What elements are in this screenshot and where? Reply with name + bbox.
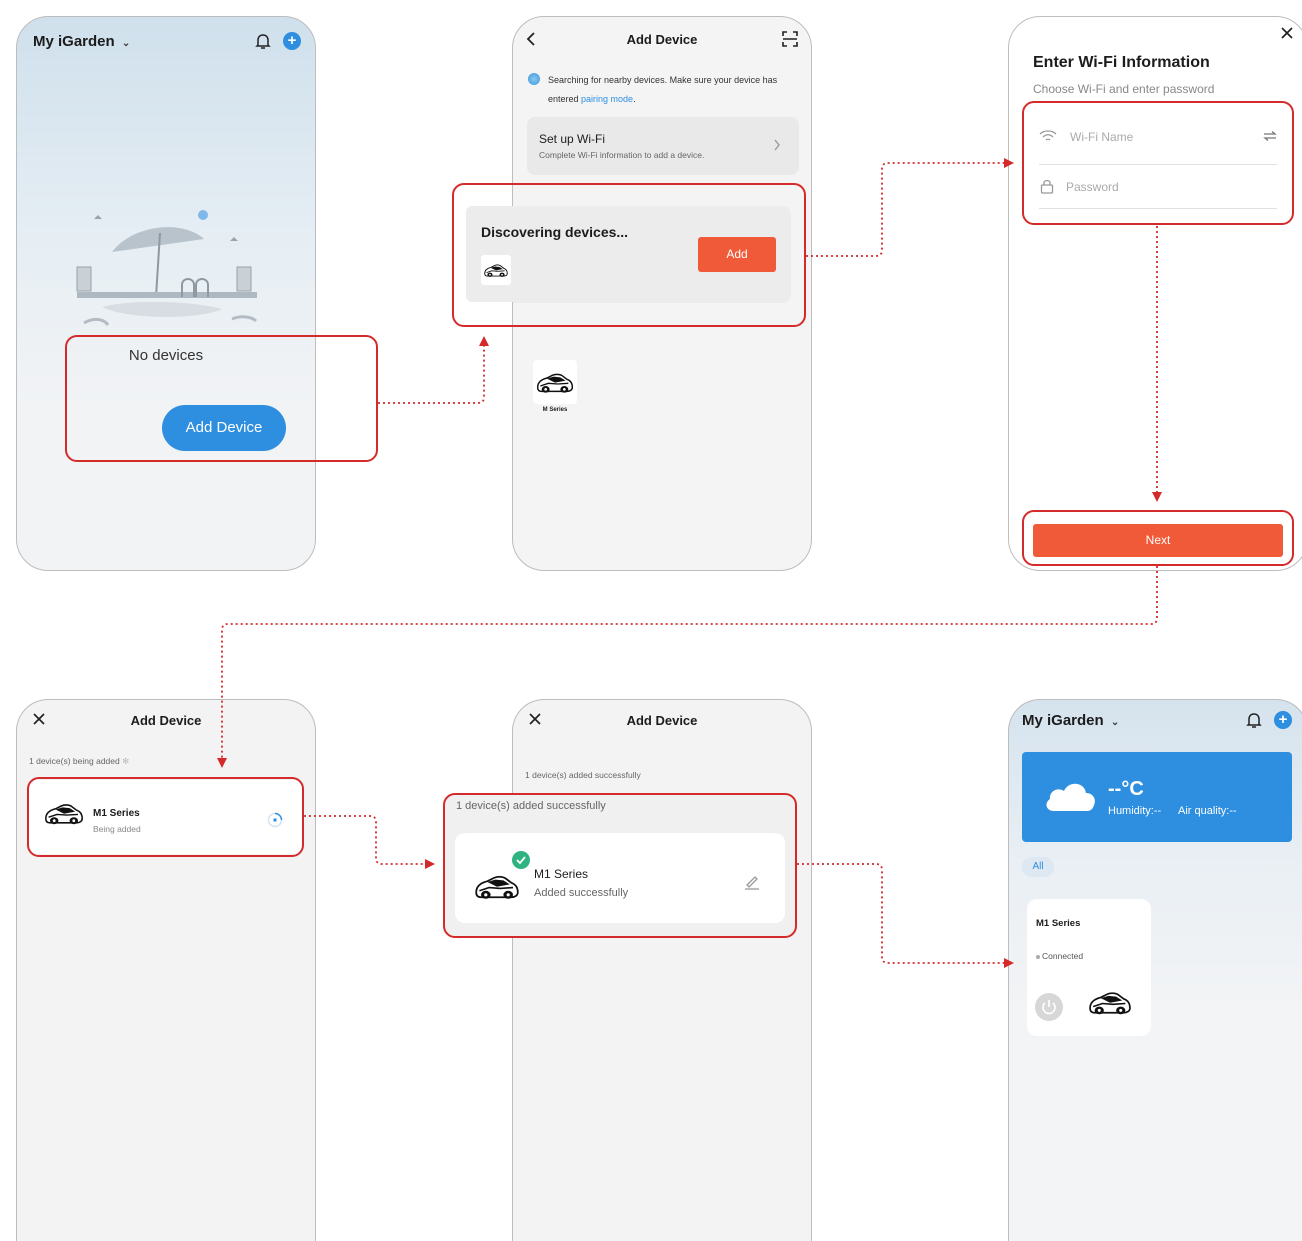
discovered-device-label: M Series xyxy=(542,407,568,413)
page-title: Add Device xyxy=(626,32,698,47)
empty-illustration xyxy=(72,197,272,337)
search-indicator-icon xyxy=(528,73,540,85)
chevron-down-icon: ⌄ xyxy=(1110,717,1120,728)
power-icon[interactable] xyxy=(1035,993,1063,1021)
chevron-down-icon: ⌄ xyxy=(121,38,131,49)
page-title: Add Device xyxy=(626,713,698,728)
close-icon[interactable] xyxy=(1280,26,1294,40)
screen-home-with-device: My iGarden ⌄ + --°C Humidity:-- Air qual… xyxy=(1008,699,1302,1241)
home-title[interactable]: My iGarden ⌄ xyxy=(33,33,130,50)
chevron-right-icon xyxy=(773,139,781,151)
page-title: Enter Wi-Fi Information xyxy=(1033,54,1210,71)
home-title-text: My iGarden xyxy=(1022,712,1104,729)
home-title[interactable]: My iGarden ⌄ xyxy=(1022,712,1119,729)
adding-status-text: 1 device(s) being added xyxy=(29,756,120,766)
highlight-wifi-fields xyxy=(1022,101,1294,225)
robot-mower-icon xyxy=(1087,988,1133,1016)
pairing-mode-link[interactable]: pairing mode xyxy=(581,94,633,104)
search-hint-period: . xyxy=(633,94,636,104)
spinner-icon: ✻ xyxy=(122,756,130,766)
device-status: Connected xyxy=(1036,951,1083,961)
wifi-setup-title: Set up Wi-Fi xyxy=(539,132,606,146)
success-status: 1 device(s) added successfully xyxy=(525,770,641,780)
device-status-text: Connected xyxy=(1042,951,1084,961)
weather-card: --°C Humidity:-- Air quality:-- xyxy=(1022,752,1292,842)
highlight-next xyxy=(1022,510,1294,566)
status-dot xyxy=(1036,954,1040,959)
highlight-adding-card xyxy=(27,777,304,857)
humidity: Humidity:-- xyxy=(1108,805,1162,817)
scan-icon[interactable] xyxy=(781,30,799,48)
device-card[interactable]: M1 Series Connected xyxy=(1027,899,1151,1036)
highlight-discovering xyxy=(452,183,806,327)
device-name: M1 Series xyxy=(1036,918,1081,929)
highlight-empty-state xyxy=(65,335,378,462)
discovered-device-icon xyxy=(533,360,577,404)
bell-icon[interactable] xyxy=(255,32,271,50)
wifi-setup-card[interactable]: Set up Wi-Fi Complete Wi-Fi information … xyxy=(527,117,799,175)
page-subtitle: Choose Wi-Fi and enter password xyxy=(1033,82,1215,96)
cloud-icon xyxy=(1042,777,1098,813)
highlight-success xyxy=(443,793,797,938)
wifi-setup-subtitle: Complete Wi-Fi information to add a devi… xyxy=(539,150,705,160)
plus-icon[interactable]: + xyxy=(1274,711,1292,729)
page-title: Add Device xyxy=(130,713,202,728)
screen-added-success: Add Device 1 device(s) added successfull… xyxy=(512,699,812,1241)
adding-status: 1 device(s) being added ✻ xyxy=(29,756,129,767)
search-hint: Searching for nearby devices. Make sure … xyxy=(548,71,798,109)
tab-all[interactable]: All xyxy=(1022,857,1054,877)
screen-wifi-info: Enter Wi-Fi Information Choose Wi-Fi and… xyxy=(1008,16,1302,571)
air-quality: Air quality:-- xyxy=(1178,805,1237,817)
screen-home-empty: My iGarden ⌄ + No devices Add Device xyxy=(16,16,316,571)
temperature: --°C xyxy=(1108,778,1144,800)
home-title-text: My iGarden xyxy=(33,33,115,50)
plus-icon[interactable]: + xyxy=(283,32,301,50)
bell-icon[interactable] xyxy=(1246,711,1262,729)
